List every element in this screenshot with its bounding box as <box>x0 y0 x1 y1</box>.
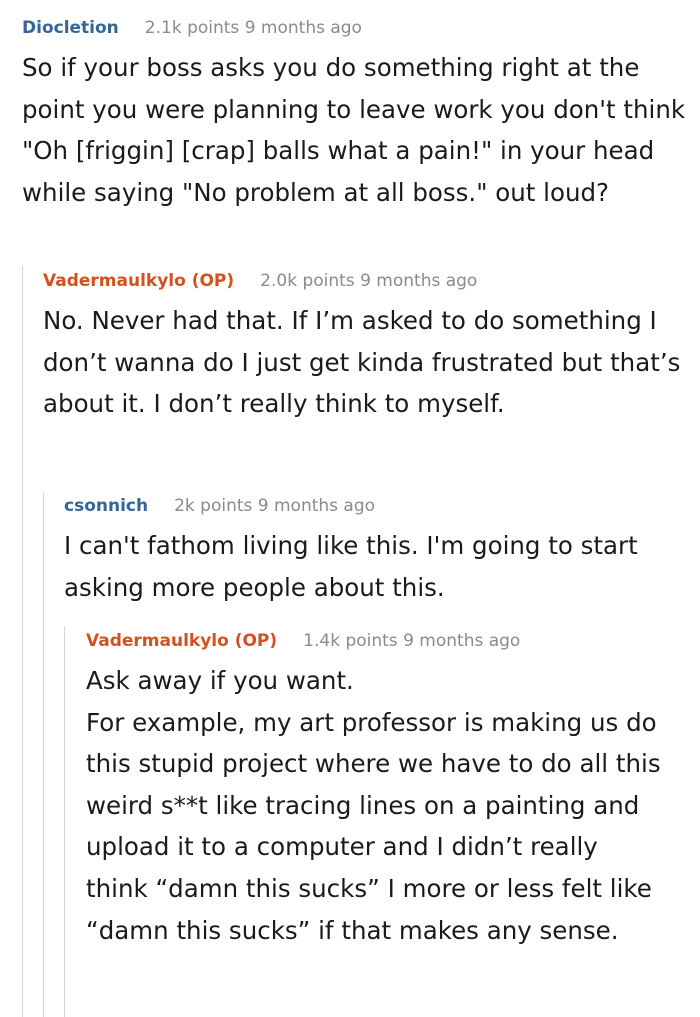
comment-csonnich: csonnich 2k points 9 months ago I can't … <box>64 495 694 608</box>
thread-line[interactable] <box>43 492 44 1017</box>
comment-meta: Vadermaulkylo (OP) 2.0k points 9 months … <box>43 270 693 292</box>
comment-paragraph: I can't fathom living like this. I'm goi… <box>64 531 638 602</box>
comment-author[interactable]: csonnich <box>64 495 148 517</box>
comment-meta: Diocletion 2.1k points 9 months ago <box>22 17 687 39</box>
comment-paragraph: For example, my art professor is making … <box>86 707 661 945</box>
comment-paragraph: Ask away if you want. <box>86 666 354 695</box>
comment-points-timestamp: 2k points 9 months ago <box>174 496 376 516</box>
comment-points-timestamp: 2.1k points 9 months ago <box>144 18 362 38</box>
comment-paragraph: No. Never had that. If I’m asked to do s… <box>43 306 681 419</box>
comment-diocletion: Diocletion 2.1k points 9 months ago So i… <box>22 17 687 213</box>
comment-author[interactable]: Vadermaulkylo (OP) <box>86 630 277 652</box>
comment-meta: Vadermaulkylo (OP) 1.4k points 9 months … <box>86 630 686 652</box>
comment-body: Ask away if you want. For example, my ar… <box>86 660 666 951</box>
comment-vadermaulkylo-2: Vadermaulkylo (OP) 1.4k points 9 months … <box>86 630 686 951</box>
comment-meta: csonnich 2k points 9 months ago <box>64 495 694 517</box>
comment-points-timestamp: 1.4k points 9 months ago <box>303 631 521 651</box>
comment-author[interactable]: Vadermaulkylo (OP) <box>43 270 234 292</box>
comment-paragraph: So if your boss asks you do something ri… <box>22 53 686 207</box>
comment-body: So if your boss asks you do something ri… <box>22 47 687 213</box>
comment-points-timestamp: 2.0k points 9 months ago <box>260 271 478 291</box>
comment-body: I can't fathom living like this. I'm goi… <box>64 525 684 608</box>
comment-body: No. Never had that. If I’m asked to do s… <box>43 300 683 425</box>
thread-line[interactable] <box>22 266 23 1017</box>
comment-author[interactable]: Diocletion <box>22 17 119 39</box>
thread-line[interactable] <box>64 626 65 1017</box>
comment-vadermaulkylo-1: Vadermaulkylo (OP) 2.0k points 9 months … <box>43 270 693 425</box>
